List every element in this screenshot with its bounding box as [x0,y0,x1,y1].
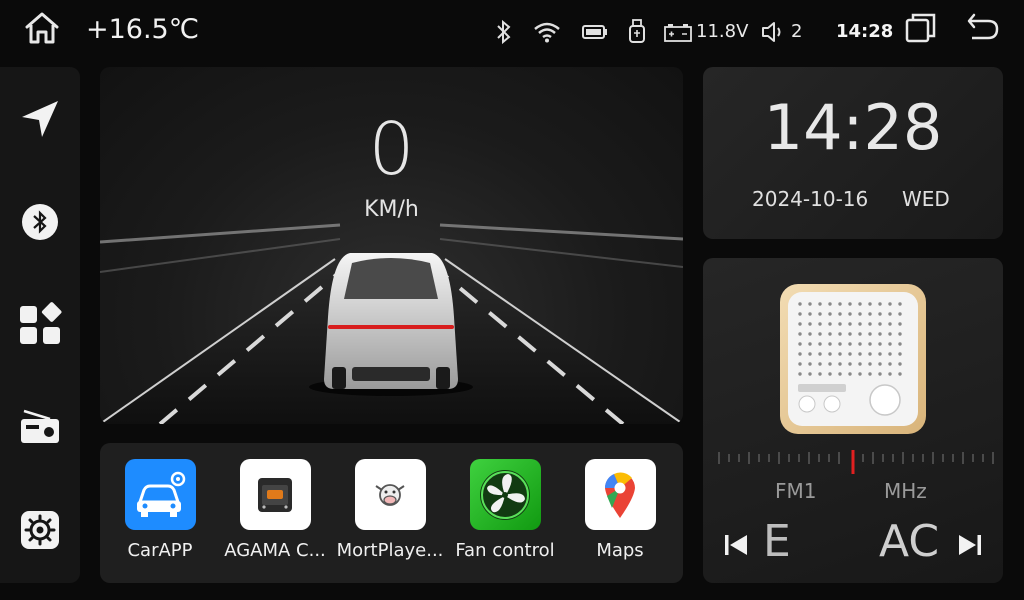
cow-icon [354,459,426,530]
agama-icon [239,459,311,530]
car-settings-icon [124,459,196,530]
status-time: 14:28 [836,21,894,42]
bluetooth-status-icon [492,18,516,46]
radio-widget[interactable]: FM1 MHz E AC [703,258,1003,583]
recent-apps-icon [905,13,936,43]
status-bar: +16.5℃ 11.8V 2 14:28 [0,0,1024,62]
battery-status-icon [582,24,608,40]
skip-next-icon [959,535,981,555]
app-label: CarAPP [127,540,193,561]
home-button[interactable] [22,8,62,48]
back-icon [967,13,999,40]
navigation-button[interactable] [16,95,64,143]
wifi-status-icon [533,20,561,44]
clock-widget[interactable]: 14:28 2024-10-16 WED [703,67,1003,239]
speed-unit: KM/h [364,197,419,222]
apps-grid-icon [20,302,62,344]
app-carapp[interactable]: CarAPP [102,459,218,561]
speed-value: 0 [368,107,415,191]
app-agama[interactable]: AGAMA C... [217,459,333,561]
radio-button[interactable] [16,403,64,451]
apps-button[interactable] [16,300,64,348]
temperature-readout: +16.5℃ [86,14,200,45]
battery-voltage: 11.8V [696,21,749,42]
car-battery-icon [664,24,692,42]
clock-time: 14:28 [763,91,943,164]
app-maps[interactable]: Maps [562,459,678,561]
settings-button[interactable] [16,506,64,554]
side-dock [0,67,80,583]
previous-station-name: E [763,520,791,564]
maps-icon [584,459,656,530]
volume-level: 2 [791,21,803,42]
bluetooth-button[interactable] [16,198,64,246]
volume-icon[interactable] [760,20,786,44]
radio-icon [21,409,59,443]
app-label: Maps [596,540,644,561]
bluetooth-icon [22,204,58,240]
next-station-name: AC [879,520,940,564]
next-station-button[interactable] [955,530,985,560]
app-label: Fan control [455,540,555,561]
recent-apps-button[interactable] [904,12,938,44]
fan-icon [469,459,541,530]
speedometer-card[interactable]: 0 KM/h [100,67,683,424]
app-label: MortPlaye... [336,540,444,561]
radio-frequency-unit: MHz [884,479,927,503]
usb-status-icon [627,18,647,46]
settings-gear-icon [21,511,59,549]
back-button[interactable] [965,10,1001,42]
app-fan-control[interactable]: Fan control [447,459,563,561]
app-mortplayer[interactable]: MortPlaye... [332,459,448,561]
clock-date: 2024-10-16 [752,187,869,211]
app-label: AGAMA C... [224,540,326,561]
app-shortcuts-card: CarAPP AGAMA C... MortPlaye... Fan contr… [100,443,683,583]
navigation-icon [22,101,58,137]
home-icon [25,12,59,44]
skip-previous-icon [725,535,747,555]
radio-band: FM1 [775,479,817,503]
clock-weekday: WED [902,187,950,211]
previous-station-button[interactable] [721,530,751,560]
